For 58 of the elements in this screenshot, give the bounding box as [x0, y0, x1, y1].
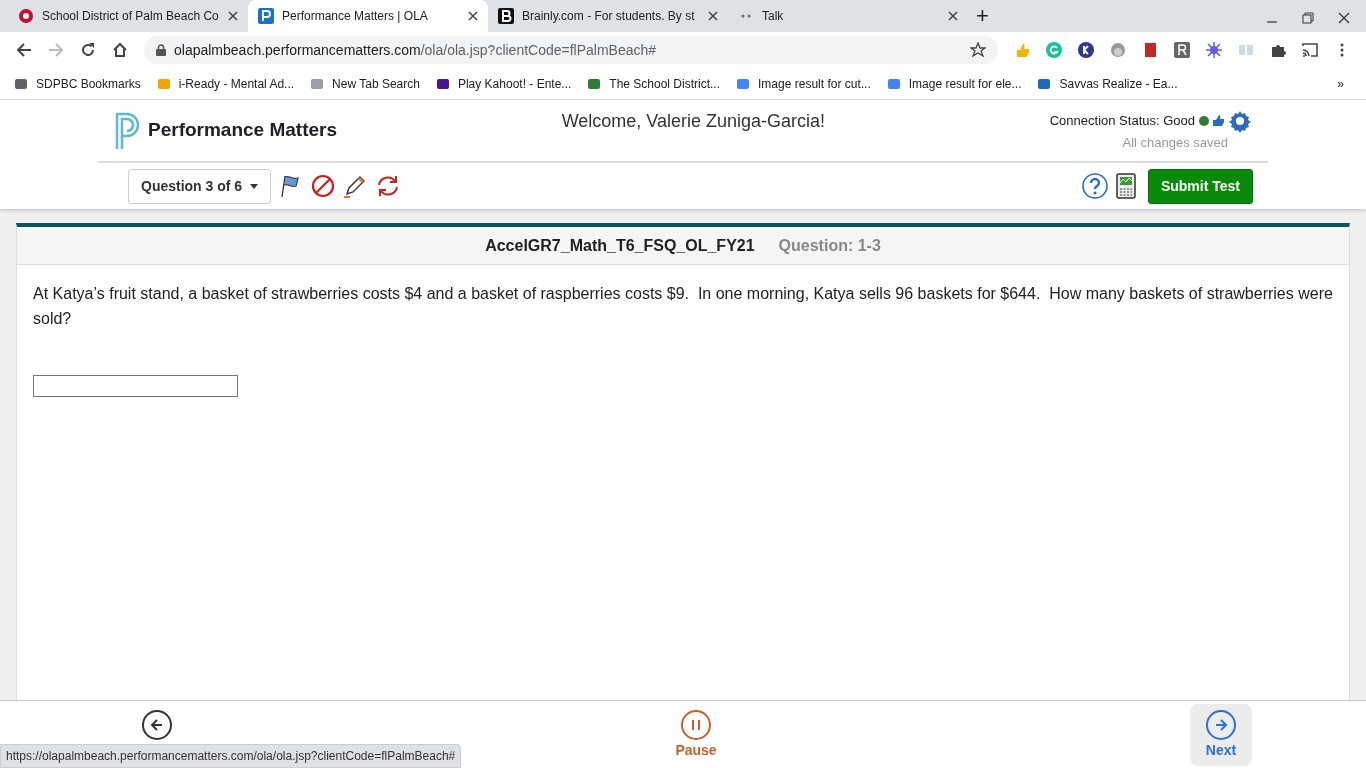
home-icon[interactable] [112, 42, 128, 58]
close-icon[interactable] [468, 11, 478, 21]
star-icon[interactable] [970, 42, 986, 58]
brand-name: Performance Matters [148, 118, 338, 143]
bookmark[interactable]: The School District... [587, 74, 721, 93]
more-bookmarks-button[interactable]: » [1337, 74, 1344, 93]
browser-tab[interactable]: Brainly.com - For students. By st [488, 0, 728, 32]
thumbs-up-icon [1213, 115, 1224, 127]
question-dropdown[interactable]: Question 3 of 6 [128, 168, 272, 204]
address-bar[interactable]: olapalmbeach.performancematters.com/ola/ola.jsp?clientCode=flPalmBeach# [144, 36, 998, 64]
bookmark[interactable]: i-Ready - Mental Ad... [156, 74, 295, 93]
status-dot-icon [1199, 115, 1209, 126]
pause-icon [681, 710, 711, 740]
browser-tab[interactable]: School District of Palm Beach Co [8, 0, 248, 32]
k-letter-icon[interactable] [1078, 42, 1094, 58]
save-status: All changes saved [1122, 133, 1228, 152]
welcome-text: Welcome, Valerie Zuniga-Garcia! [560, 110, 827, 133]
page-icon [18, 8, 34, 24]
test-name: AccelGR7_Math_T6_FSQ_OL_FY21 [485, 235, 755, 256]
sparkle-icon[interactable] [1206, 42, 1222, 58]
no-sign-icon[interactable] [311, 174, 336, 198]
connection-status: Connection Status: Good [1049, 112, 1195, 130]
thumbs-up-icon[interactable] [1014, 42, 1030, 58]
question-number: Question: 1-3 [778, 235, 881, 256]
lock-icon [156, 44, 166, 56]
pause-button[interactable]: Pause [665, 704, 727, 766]
calculator-icon[interactable] [1115, 173, 1136, 199]
browser-tab[interactable]: Talk [728, 0, 968, 32]
url-text: olapalmbeach.performancematters.com/ola/ola.jsp?clientCode=flPalmBeach# [174, 40, 658, 60]
bookmark[interactable]: Image result for cut... [736, 74, 871, 93]
answer-field[interactable] [33, 375, 238, 397]
caret-icon [250, 183, 259, 189]
bookmark[interactable]: New Tab Search [310, 74, 420, 93]
close-icon[interactable] [708, 11, 718, 21]
bookmark[interactable]: Image result for ele... [886, 74, 1022, 93]
submit-test-button[interactable]: Submit Test [1147, 168, 1253, 204]
close-icon[interactable] [948, 11, 958, 21]
restore-icon[interactable] [1302, 12, 1314, 24]
r-letter-icon[interactable] [1174, 42, 1190, 58]
reload-icon[interactable] [80, 42, 96, 58]
puzzle-icon[interactable] [1270, 42, 1286, 58]
back-icon[interactable] [16, 42, 32, 58]
close-icon[interactable] [1338, 12, 1350, 24]
cast-icon[interactable] [1302, 42, 1318, 58]
book-icon[interactable] [1142, 42, 1158, 58]
question-text: At Katya’s fruit stand, a basket of strawberries costs $4 and a basket of raspberries costs $9. In one morning, Katya sells 96 baskets for $644. How many baskets of strawberries were sold? [33, 284, 1333, 329]
bookmark[interactable]: SDPBC Bookmarks [14, 74, 141, 93]
help-icon[interactable] [1081, 173, 1108, 199]
new-tab-button[interactable]: + [976, 4, 989, 28]
next-button[interactable]: Next [1190, 704, 1252, 766]
bookmark[interactable]: Play Kahoot! - Ente... [435, 74, 572, 93]
url-tooltip: https://olapalmbeach.performancematters.com/ola/ola.jsp?clientCode=flPalmBeach# [0, 744, 462, 768]
bookmark[interactable]: Savvas Realize - Ea... [1037, 74, 1178, 93]
p-letter-icon [258, 8, 274, 24]
b-letter-icon [498, 8, 514, 24]
p-logo-icon [114, 111, 140, 150]
browser-tab[interactable]: Performance Matters | OLA [248, 0, 488, 32]
close-icon[interactable] [228, 11, 238, 21]
